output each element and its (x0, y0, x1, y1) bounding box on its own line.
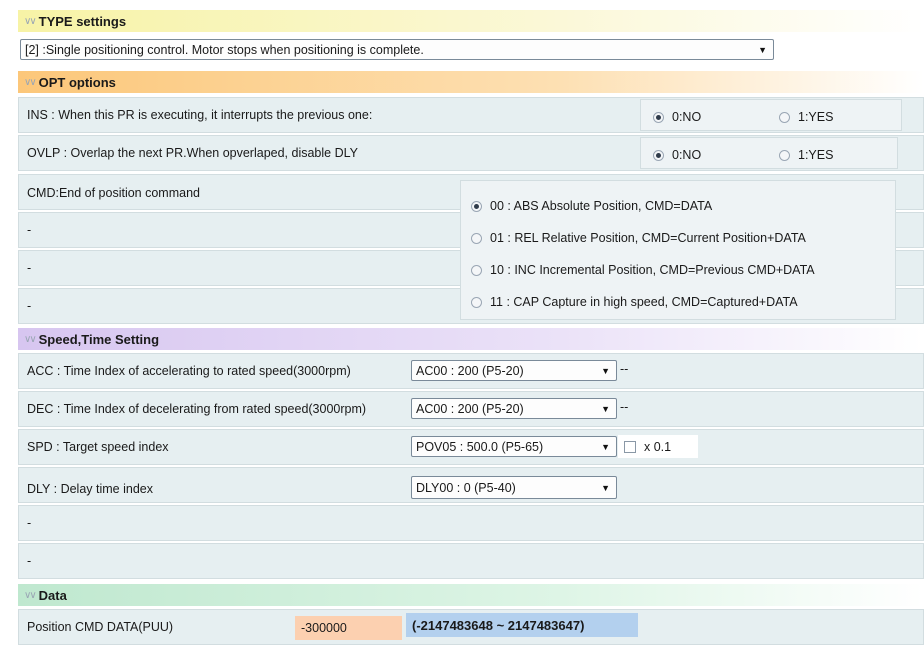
cmd-radio-01[interactable]: 01 : REL Relative Position, CMD=Current … (471, 231, 806, 245)
ins-radio-group: 0:NO 1:YES (640, 99, 902, 131)
dropdown-arrow-icon: ▼ (758, 44, 767, 55)
collapse-chevron-icon: ∨∨ (24, 15, 37, 27)
opt-options-title: OPT options (38, 74, 116, 90)
radio-selected-icon (471, 200, 482, 212)
dec-suffix: -- (620, 400, 629, 414)
position-data-value: -300000 (301, 621, 347, 635)
dec-select-value: AC00 : 200 (P5-20) (416, 401, 524, 416)
scale-checkbox-label: x 0.1 (644, 439, 672, 454)
ovlp-radio-yes[interactable]: 1:YES (779, 148, 833, 162)
collapse-chevron-icon: ∨∨ (24, 76, 37, 88)
acc-select-value: AC00 : 200 (P5-20) (416, 363, 524, 378)
radio-unselected-icon (471, 296, 482, 308)
dropdown-arrow-icon: ▼ (601, 482, 610, 493)
spd-scale-field: x 0.1 (618, 435, 698, 458)
blank-row-text: - (27, 223, 32, 237)
ovlp-radio-group: 0:NO 1:YES (640, 137, 898, 169)
blank-row-text: - (27, 299, 32, 313)
radio-unselected-icon (779, 149, 790, 161)
radio-unselected-icon (471, 264, 482, 276)
dec-label: DEC : Time Index of decelerating from ra… (27, 402, 367, 416)
radio-selected-icon (653, 149, 664, 161)
ins-radio-no[interactable]: 0:NO (653, 110, 701, 124)
dly-select-value: DLY00 : 0 (P5-40) (416, 480, 516, 495)
dropdown-arrow-icon: ▼ (601, 441, 610, 452)
cmd-radio-10-label: 10 : INC Incremental Position, CMD=Previ… (490, 263, 815, 277)
ovlp-radio-no-label: 0:NO (672, 148, 702, 162)
ins-radio-no-label: 0:NO (672, 110, 702, 124)
spd-select[interactable]: POV05 : 500.0 (P5-65) ▼ (411, 436, 617, 457)
ovlp-radio-no[interactable]: 0:NO (653, 148, 701, 162)
ins-radio-yes[interactable]: 1:YES (779, 110, 833, 124)
radio-selected-icon (653, 111, 664, 123)
radio-unselected-icon (779, 111, 790, 123)
position-data-range: (-2147483648 ~ 2147483647) (406, 613, 638, 637)
collapse-chevron-icon: ∨∨ (24, 589, 37, 601)
ovlp-radio-yes-label: 1:YES (798, 148, 834, 162)
position-data-range-text: (-2147483648 ~ 2147483647) (412, 617, 585, 633)
ovlp-label: OVLP : Overlap the next PR.When opverlap… (27, 146, 358, 160)
cmd-radio-10[interactable]: 10 : INC Incremental Position, CMD=Previ… (471, 263, 815, 277)
ins-label: INS : When this PR is executing, it inte… (27, 108, 373, 122)
spd-select-value: POV05 : 500.0 (P5-65) (416, 439, 544, 454)
dropdown-arrow-icon: ▼ (601, 365, 610, 376)
acc-suffix: -- (620, 362, 629, 376)
type-settings-header[interactable]: ∨∨ TYPE settings (18, 10, 924, 32)
opt-options-header[interactable]: ∨∨ OPT options (18, 71, 924, 93)
spd-label: SPD : Target speed index (27, 440, 169, 454)
dropdown-arrow-icon: ▼ (601, 403, 610, 414)
cmd-radio-00-label: 00 : ABS Absolute Position, CMD=DATA (490, 199, 713, 213)
cmd-radio-00[interactable]: 00 : ABS Absolute Position, CMD=DATA (471, 199, 712, 213)
collapse-chevron-icon: ∨∨ (24, 333, 37, 345)
position-data-input[interactable]: -300000 (295, 616, 402, 640)
radio-unselected-icon (471, 232, 482, 244)
speed-time-header[interactable]: ∨∨ Speed,Time Setting (18, 328, 924, 350)
dec-select[interactable]: AC00 : 200 (P5-20) ▼ (411, 398, 617, 419)
dly-select[interactable]: DLY00 : 0 (P5-40) ▼ (411, 476, 617, 499)
speed-time-title: Speed,Time Setting (38, 331, 160, 347)
data-header[interactable]: ∨∨ Data (18, 584, 924, 606)
type-select[interactable]: [2] :Single positioning control. Motor s… (20, 39, 774, 60)
ins-radio-yes-label: 1:YES (798, 110, 834, 124)
dly-label: DLY : Delay time index (27, 482, 153, 496)
data-title: Data (38, 587, 67, 603)
cmd-radio-11[interactable]: 11 : CAP Capture in high speed, CMD=Capt… (471, 295, 798, 309)
type-select-value: [2] :Single positioning control. Motor s… (25, 42, 424, 57)
blank-row-text: - (27, 516, 32, 530)
blank-row-4: - (18, 505, 924, 541)
type-settings-title: TYPE settings (38, 13, 127, 29)
cmd-label: CMD:End of position command (27, 186, 200, 200)
blank-row-5: - (18, 543, 924, 579)
acc-select[interactable]: AC00 : 200 (P5-20) ▼ (411, 360, 617, 381)
blank-row-text: - (27, 261, 32, 275)
blank-row-text: - (27, 554, 32, 568)
position-data-label: Position CMD DATA(PUU) (27, 620, 174, 634)
cmd-radio-group: 00 : ABS Absolute Position, CMD=DATA 01 … (460, 180, 896, 320)
acc-label: ACC : Time Index of accelerating to rate… (27, 364, 351, 378)
scale-checkbox[interactable] (624, 440, 636, 453)
cmd-radio-01-label: 01 : REL Relative Position, CMD=Current … (490, 231, 806, 245)
cmd-radio-11-label: 11 : CAP Capture in high speed, CMD=Capt… (490, 295, 798, 309)
